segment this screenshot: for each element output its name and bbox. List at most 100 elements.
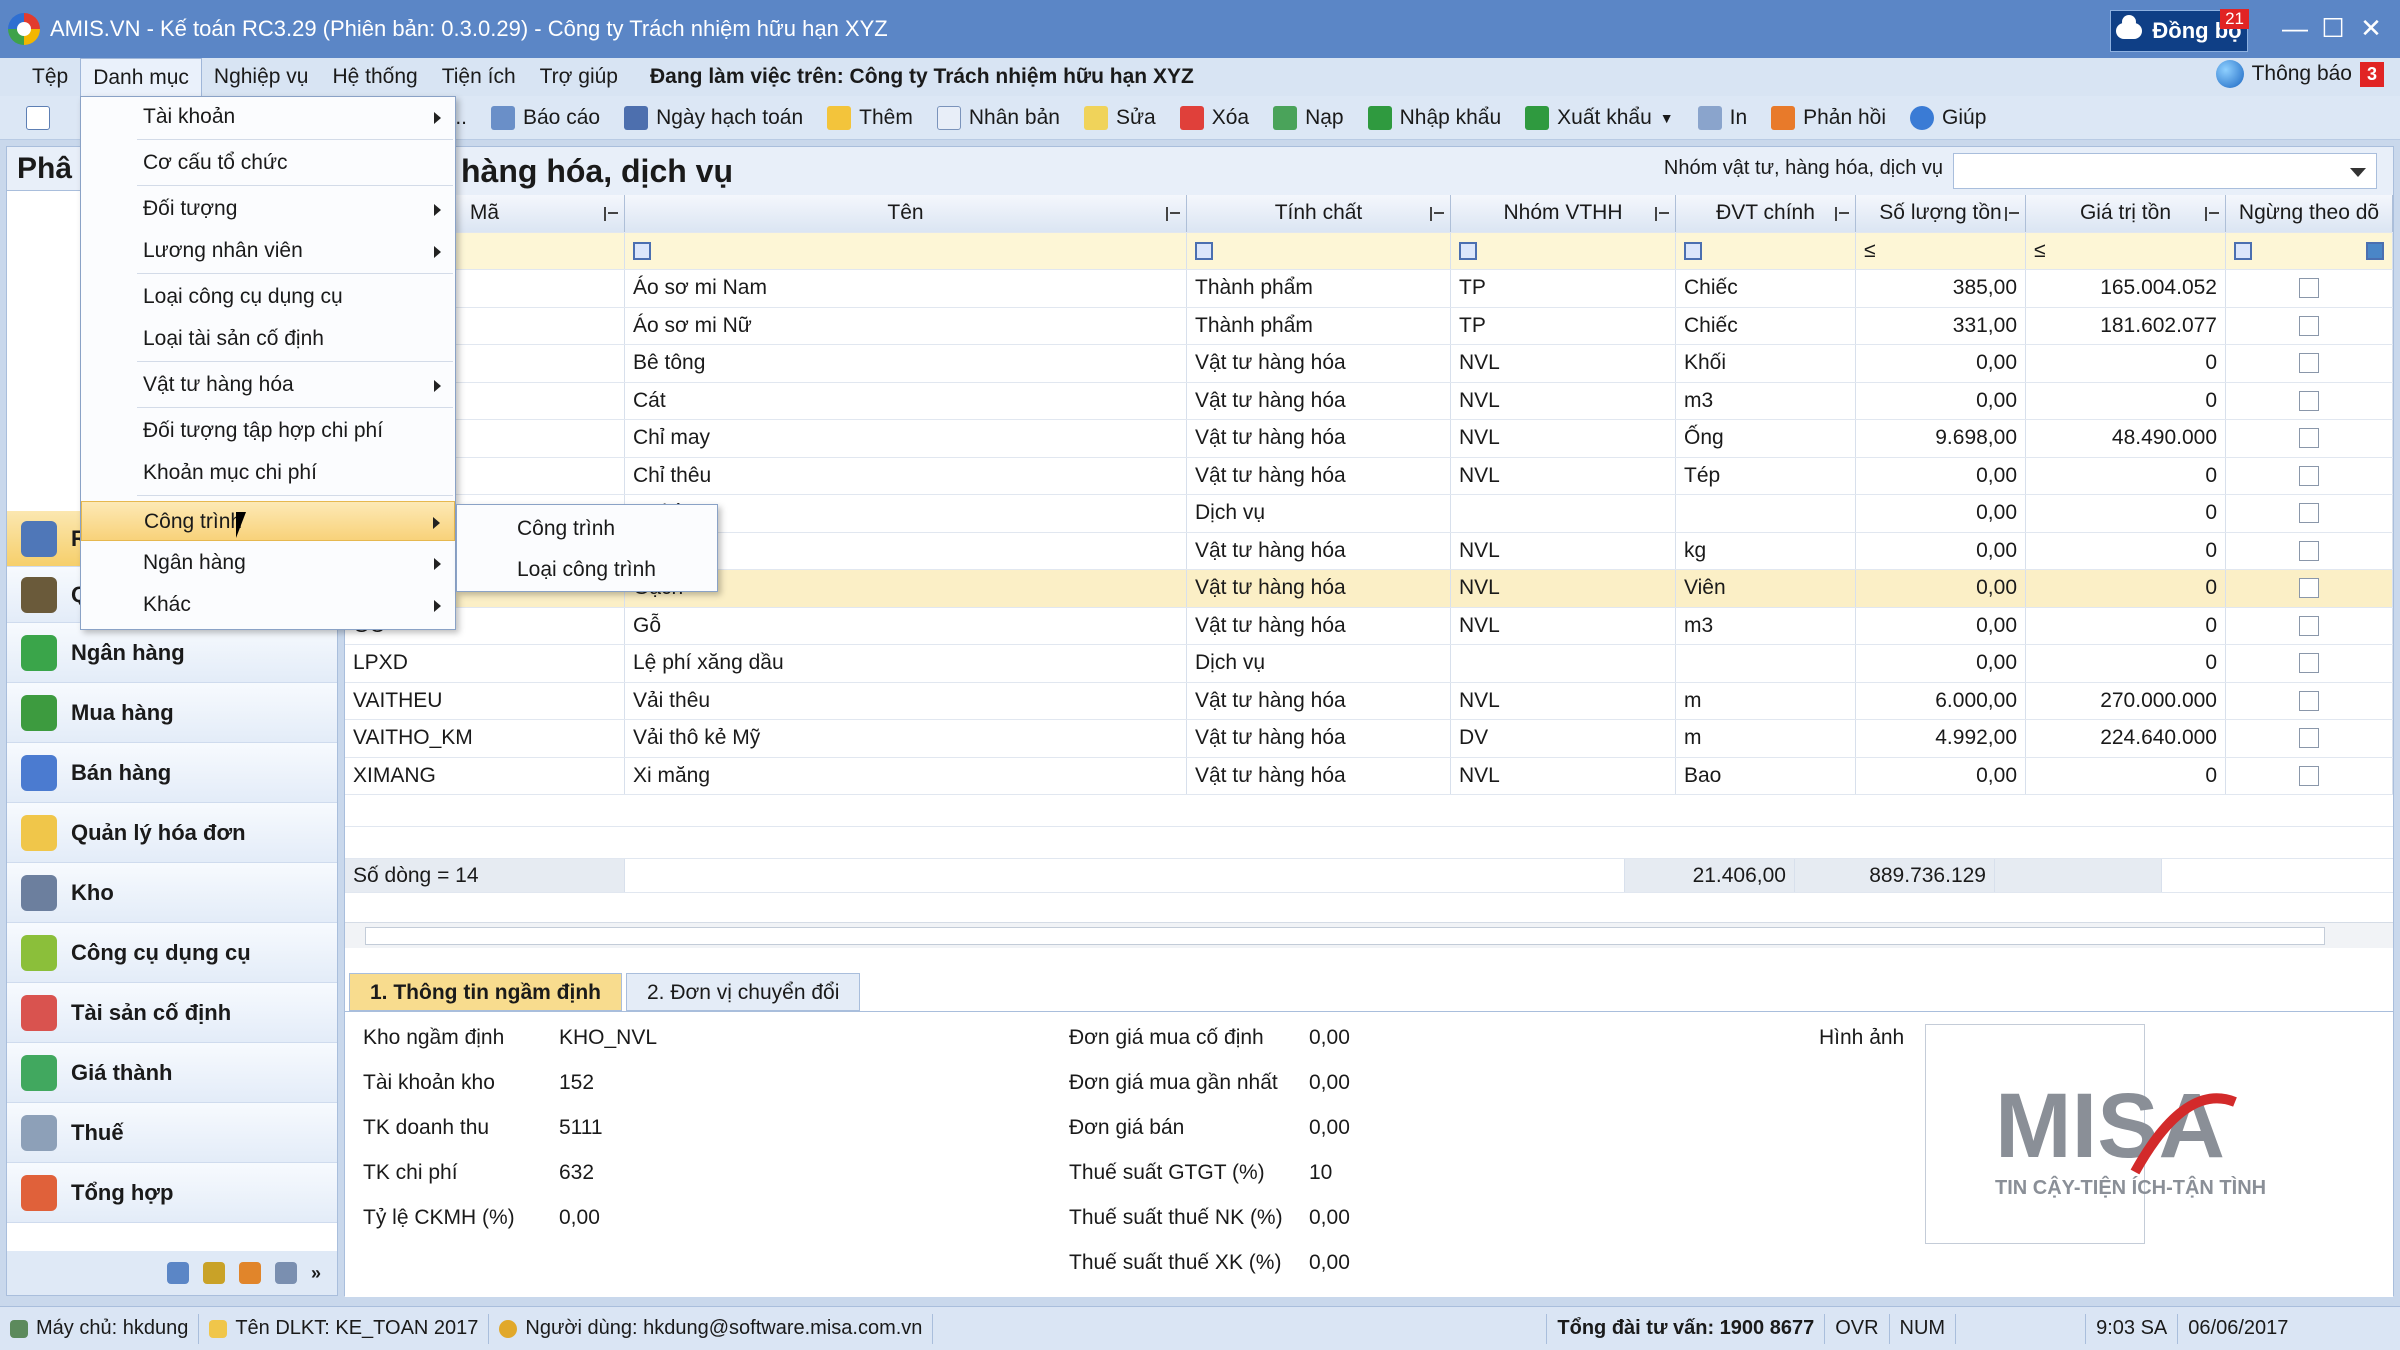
col-header-group[interactable]: Nhóm VTHH bbox=[1451, 195, 1676, 232]
inactive-checkbox[interactable] bbox=[2299, 390, 2319, 411]
col-header-qty[interactable]: Số lượng tồn bbox=[1856, 195, 2026, 232]
filter-operator[interactable]: ≤ bbox=[1864, 239, 1876, 263]
inactive-checkbox[interactable] bbox=[2299, 690, 2319, 711]
inactive-checkbox[interactable] bbox=[2299, 353, 2319, 374]
horizontal-scrollbar[interactable] bbox=[345, 922, 2393, 948]
menu-catalog[interactable]: Danh mục bbox=[80, 58, 202, 96]
table-row[interactable]: XIMANG Xi măng Vật tư hàng hóa NVL Bao 0,00 0 bbox=[345, 757, 2393, 795]
notification-button[interactable]: Thông báo 3 bbox=[2215, 60, 2384, 88]
flag-icon[interactable] bbox=[274, 1262, 297, 1284]
menu-item-objects[interactable]: Đối tượng bbox=[81, 189, 455, 229]
submenu-item-project-types[interactable]: Loại công trình bbox=[457, 550, 717, 590]
toolbar-duplicate-button[interactable]: Nhân bản bbox=[925, 96, 1072, 140]
filter-icon[interactable] bbox=[1195, 241, 1213, 260]
menu-item-materials[interactable]: Vật tư hàng hóa bbox=[81, 365, 455, 405]
menu-item-cost-items[interactable]: Khoản mục chi phí bbox=[81, 453, 455, 493]
toolbar-export-button[interactable]: Xuất khẩu ▼ bbox=[1513, 96, 1685, 140]
inactive-checkbox[interactable] bbox=[2299, 503, 2319, 524]
filter-nature[interactable] bbox=[1187, 232, 1451, 269]
col-header-unit[interactable]: ĐVT chính bbox=[1676, 195, 1856, 232]
sync-button[interactable]: Đồng bộ 21 bbox=[2110, 9, 2249, 52]
filter-icon[interactable] bbox=[1459, 241, 1477, 260]
pin-icon[interactable] bbox=[1835, 207, 1849, 221]
toolbar-delete-button[interactable]: Xóa bbox=[1168, 96, 1261, 140]
menu-item-payroll[interactable]: Lương nhân viên bbox=[81, 231, 455, 271]
nav-item-fixed-assets[interactable]: Tài sản cố định bbox=[7, 983, 337, 1043]
toolbar-edit-button[interactable]: Sửa bbox=[1072, 96, 1168, 140]
filter-inactive[interactable] bbox=[2226, 232, 2393, 269]
table-row[interactable]: Cát Vật tư hàng hóa NVL m3 0,00 0 bbox=[345, 382, 2393, 420]
inactive-checkbox[interactable] bbox=[2299, 578, 2319, 599]
menu-system[interactable]: Hệ thống bbox=[320, 58, 429, 96]
nav-item-costing[interactable]: Giá thành bbox=[7, 1043, 337, 1103]
col-header-inactive[interactable]: Ngừng theo dõ bbox=[2226, 195, 2393, 232]
table-row[interactable]: Chỉ thêu Vật tư hàng hóa NVL Tép 0,00 0 bbox=[345, 457, 2393, 495]
menu-item-banks[interactable]: Ngân hàng bbox=[81, 543, 455, 583]
people-icon[interactable] bbox=[238, 1262, 261, 1284]
col-header-name[interactable]: Tên bbox=[625, 195, 1187, 232]
pin-icon[interactable] bbox=[2005, 207, 2019, 221]
menu-item-projects[interactable]: Công trình bbox=[81, 501, 455, 541]
pin-icon[interactable] bbox=[2205, 207, 2219, 221]
inactive-checkbox[interactable] bbox=[2299, 653, 2319, 674]
maximize-button[interactable]: ☐ bbox=[2316, 12, 2350, 46]
scrollbar-thumb[interactable] bbox=[365, 927, 2325, 945]
tab-unit-conversion[interactable]: 2. Đơn vị chuyển đổi bbox=[625, 973, 861, 1011]
filter-icon[interactable] bbox=[633, 241, 651, 260]
toolbar-import-button[interactable]: Nhập khẩu bbox=[1356, 96, 1514, 140]
tab-default-info[interactable]: 1. Thông tin ngầm định bbox=[349, 973, 622, 1011]
table-row[interactable]: Áo sơ mi Nữ Thành phẩm TP Chiếc 331,00 181.60… bbox=[345, 307, 2393, 345]
minimize-button[interactable]: — bbox=[2278, 12, 2312, 46]
table-row[interactable]: VAITHEU Vải thêu Vật tư hàng hóa NVL m 6.000,… bbox=[345, 682, 2393, 720]
group-filter-select[interactable] bbox=[1953, 153, 2377, 189]
menu-item-tool-types[interactable]: Loại công cụ dụng cụ bbox=[81, 277, 455, 317]
table-row[interactable]: IÁo sơ mi NamThành phẩmTPChiếc385,00165.… bbox=[345, 270, 2393, 308]
filter-apply-icon[interactable] bbox=[2366, 241, 2384, 260]
toolbar-help-button[interactable]: Giúp bbox=[1898, 96, 1998, 140]
chart-icon[interactable] bbox=[202, 1262, 225, 1284]
nav-item-bank[interactable]: Ngân hàng bbox=[7, 623, 337, 683]
filter-icon[interactable] bbox=[1684, 241, 1702, 260]
filter-icon[interactable] bbox=[2234, 241, 2252, 260]
inactive-checkbox[interactable] bbox=[2299, 765, 2319, 786]
nav-item-tools[interactable]: Công cụ dụng cụ bbox=[7, 923, 337, 983]
list-icon[interactable] bbox=[166, 1262, 189, 1284]
menu-item-accounts[interactable]: Tài khoản bbox=[81, 97, 455, 137]
nav-item-tax[interactable]: Thuế bbox=[7, 1103, 337, 1163]
pin-icon[interactable] bbox=[604, 207, 618, 221]
filter-value[interactable]: ≤ bbox=[2026, 232, 2226, 269]
inactive-checkbox[interactable] bbox=[2299, 278, 2319, 299]
menu-file[interactable]: Tệp bbox=[20, 58, 80, 96]
pin-icon[interactable] bbox=[1166, 207, 1180, 221]
nav-item-invoice[interactable]: Quản lý hóa đơn bbox=[7, 803, 337, 863]
nav-item-warehouse[interactable]: Kho bbox=[7, 863, 337, 923]
nav-item-purchase[interactable]: Mua hàng bbox=[7, 683, 337, 743]
menu-operations[interactable]: Nghiệp vụ bbox=[202, 58, 321, 96]
inactive-checkbox[interactable] bbox=[2299, 615, 2319, 636]
filter-group[interactable] bbox=[1451, 232, 1676, 269]
submenu-item-projects[interactable]: Công trình bbox=[457, 509, 717, 549]
toolbar-reload-button[interactable]: Nạp bbox=[1261, 96, 1356, 140]
menu-item-asset-types[interactable]: Loại tài sản cố định bbox=[81, 319, 455, 359]
inactive-checkbox[interactable] bbox=[2299, 315, 2319, 336]
inactive-checkbox[interactable] bbox=[2299, 428, 2319, 449]
menu-utilities[interactable]: Tiện ích bbox=[430, 58, 528, 96]
pin-icon[interactable] bbox=[1430, 207, 1444, 221]
toolbar-feedback-button[interactable]: Phản hồi bbox=[1759, 96, 1898, 140]
menu-help[interactable]: Trợ giúp bbox=[528, 58, 630, 96]
inactive-checkbox[interactable] bbox=[2299, 465, 2319, 486]
table-row[interactable]: GOGỗVật tư hàng hóaNVLm30,000 bbox=[345, 607, 2393, 645]
toolbar-report-button[interactable]: Báo cáo bbox=[479, 96, 612, 140]
toolbar-doc-button[interactable] bbox=[0, 96, 80, 140]
pin-icon[interactable] bbox=[1655, 207, 1669, 221]
filter-operator[interactable]: ≤ bbox=[2034, 239, 2046, 263]
filter-name[interactable] bbox=[625, 232, 1187, 269]
toolbar-add-button[interactable]: Thêm bbox=[815, 96, 925, 140]
col-header-value[interactable]: Giá trị tồn bbox=[2026, 195, 2226, 232]
nav-item-summary[interactable]: Tổng hợp bbox=[7, 1163, 337, 1223]
nav-item-sales[interactable]: Bán hàng bbox=[7, 743, 337, 803]
filter-unit[interactable] bbox=[1676, 232, 1856, 269]
table-row[interactable]: Bê tông Vật tư hàng hóa NVL Khối 0,00 0 bbox=[345, 345, 2393, 383]
filter-qty[interactable]: ≤ bbox=[1856, 232, 2026, 269]
menu-item-other[interactable]: Khác bbox=[81, 585, 455, 625]
